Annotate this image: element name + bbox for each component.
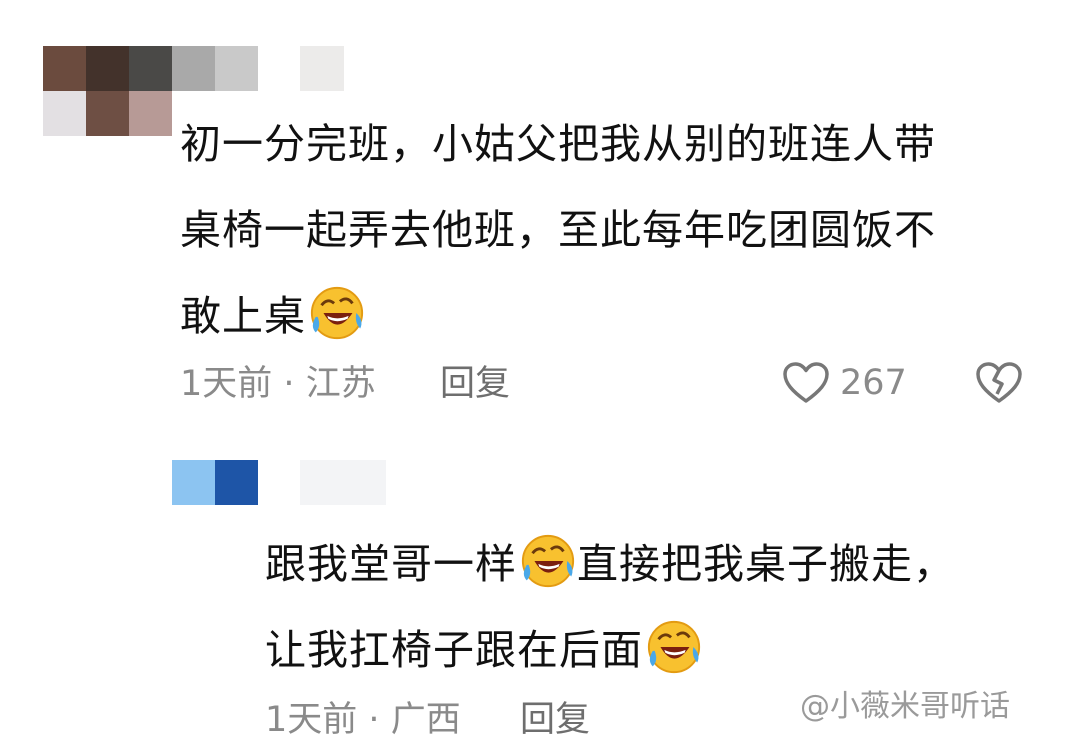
comment-meta: 1天前 · 江苏	[180, 362, 376, 406]
comment-time: 1天前	[180, 364, 273, 404]
like-count: 267	[840, 363, 907, 403]
laughing-crying-emoji-icon	[521, 534, 575, 588]
comment-text-line: 桌椅一起弄去他班，至此每年吃团圆饭不	[180, 206, 936, 254]
avatar[interactable]	[172, 460, 258, 505]
avatar-pixel	[215, 460, 258, 505]
reply-text-segment: 跟我堂哥一样	[265, 540, 517, 588]
like-button[interactable]: 267	[782, 358, 907, 408]
avatar-pixel	[86, 91, 129, 136]
username-redacted	[300, 460, 386, 505]
comment-location: 江苏	[305, 364, 376, 404]
reply-button[interactable]: 回复	[440, 362, 510, 406]
avatar-pixel	[43, 46, 86, 91]
comment-text-line: 初一分完班，小姑父把我从别的班连人带	[180, 120, 936, 168]
avatar-pixel	[172, 460, 215, 505]
comment-text-line: 敢上桌	[180, 272, 366, 360]
avatar-pixel	[129, 91, 172, 136]
avatar-pixel	[43, 91, 86, 136]
avatar-pixel	[172, 46, 215, 91]
reply-text-segment: 让我扛椅子跟在后面	[265, 626, 643, 674]
avatar-pixel	[215, 46, 258, 91]
username-redacted	[300, 46, 344, 91]
reply-text-line: 跟我堂哥一样 直接把我桌子搬走，	[265, 520, 955, 608]
dislike-button[interactable]	[975, 358, 1023, 408]
broken-heart-icon	[976, 362, 1022, 403]
comment-text-segment: 敢上桌	[180, 292, 306, 340]
reply-text-segment: 直接把我桌子搬走，	[577, 540, 955, 588]
watermark: @小薇米哥听话	[800, 689, 1010, 724]
laughing-crying-emoji-icon	[310, 286, 364, 340]
reply-text-line: 让我扛椅子跟在后面	[265, 606, 703, 694]
meta-separator: ·	[283, 364, 295, 404]
meta-separator: ·	[368, 700, 380, 740]
reply-button[interactable]: 回复	[520, 698, 590, 742]
avatar-pixel	[129, 46, 172, 91]
comment-location: 广西	[390, 700, 461, 740]
laughing-crying-emoji-icon	[647, 620, 701, 674]
comment-meta: 1天前 · 广西	[265, 698, 461, 742]
heart-icon	[783, 362, 829, 403]
avatar-pixel	[86, 46, 129, 91]
comment-time: 1天前	[265, 700, 358, 740]
